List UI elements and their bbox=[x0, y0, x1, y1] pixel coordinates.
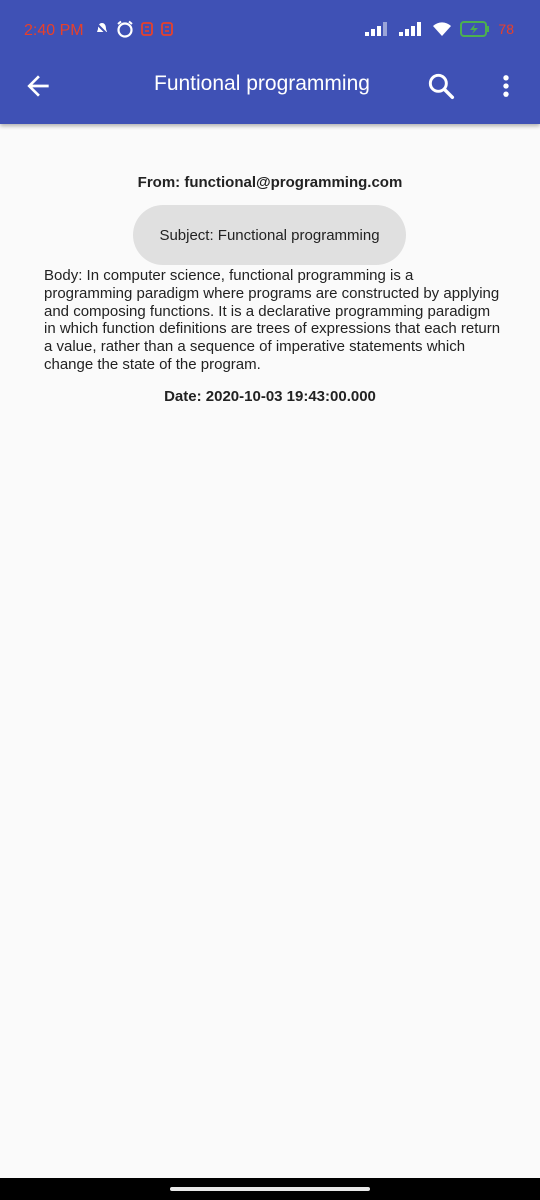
mute-icon bbox=[95, 22, 109, 36]
wifi-icon bbox=[433, 22, 452, 36]
search-icon[interactable] bbox=[425, 70, 457, 102]
notification-icon bbox=[141, 22, 153, 36]
battery-charging-icon bbox=[460, 21, 490, 37]
status-time: 2:40 PM bbox=[24, 22, 84, 39]
app-bar: 2:40 PM 78 Funtional programming bbox=[0, 0, 540, 124]
more-vert-icon[interactable] bbox=[492, 70, 520, 102]
email-body: Body: In computer science, functional pr… bbox=[44, 267, 501, 373]
email-from: From: functional@programming.com bbox=[137, 174, 403, 191]
signal-icon bbox=[399, 22, 422, 36]
status-bar: 2:40 PM 78 bbox=[0, 0, 540, 62]
status-icons-right: 78 bbox=[364, 20, 514, 38]
toolbar: Funtional programming bbox=[0, 56, 540, 116]
alarm-icon bbox=[117, 20, 133, 38]
email-date: Date: 2020-10-03 19:43:00.000 bbox=[164, 388, 376, 405]
navigation-bar bbox=[0, 1178, 540, 1200]
status-icons-left bbox=[94, 20, 174, 38]
notification-icon bbox=[161, 22, 173, 36]
page-title: Funtional programming bbox=[154, 72, 370, 95]
back-arrow-icon[interactable] bbox=[22, 70, 54, 102]
signal-icon bbox=[365, 22, 388, 36]
email-subject: Subject: Functional programming bbox=[159, 226, 380, 244]
email-subject-chip[interactable]: Subject: Functional programming bbox=[133, 205, 406, 265]
home-indicator[interactable] bbox=[170, 1187, 370, 1191]
battery-percent: 78 bbox=[498, 21, 514, 37]
